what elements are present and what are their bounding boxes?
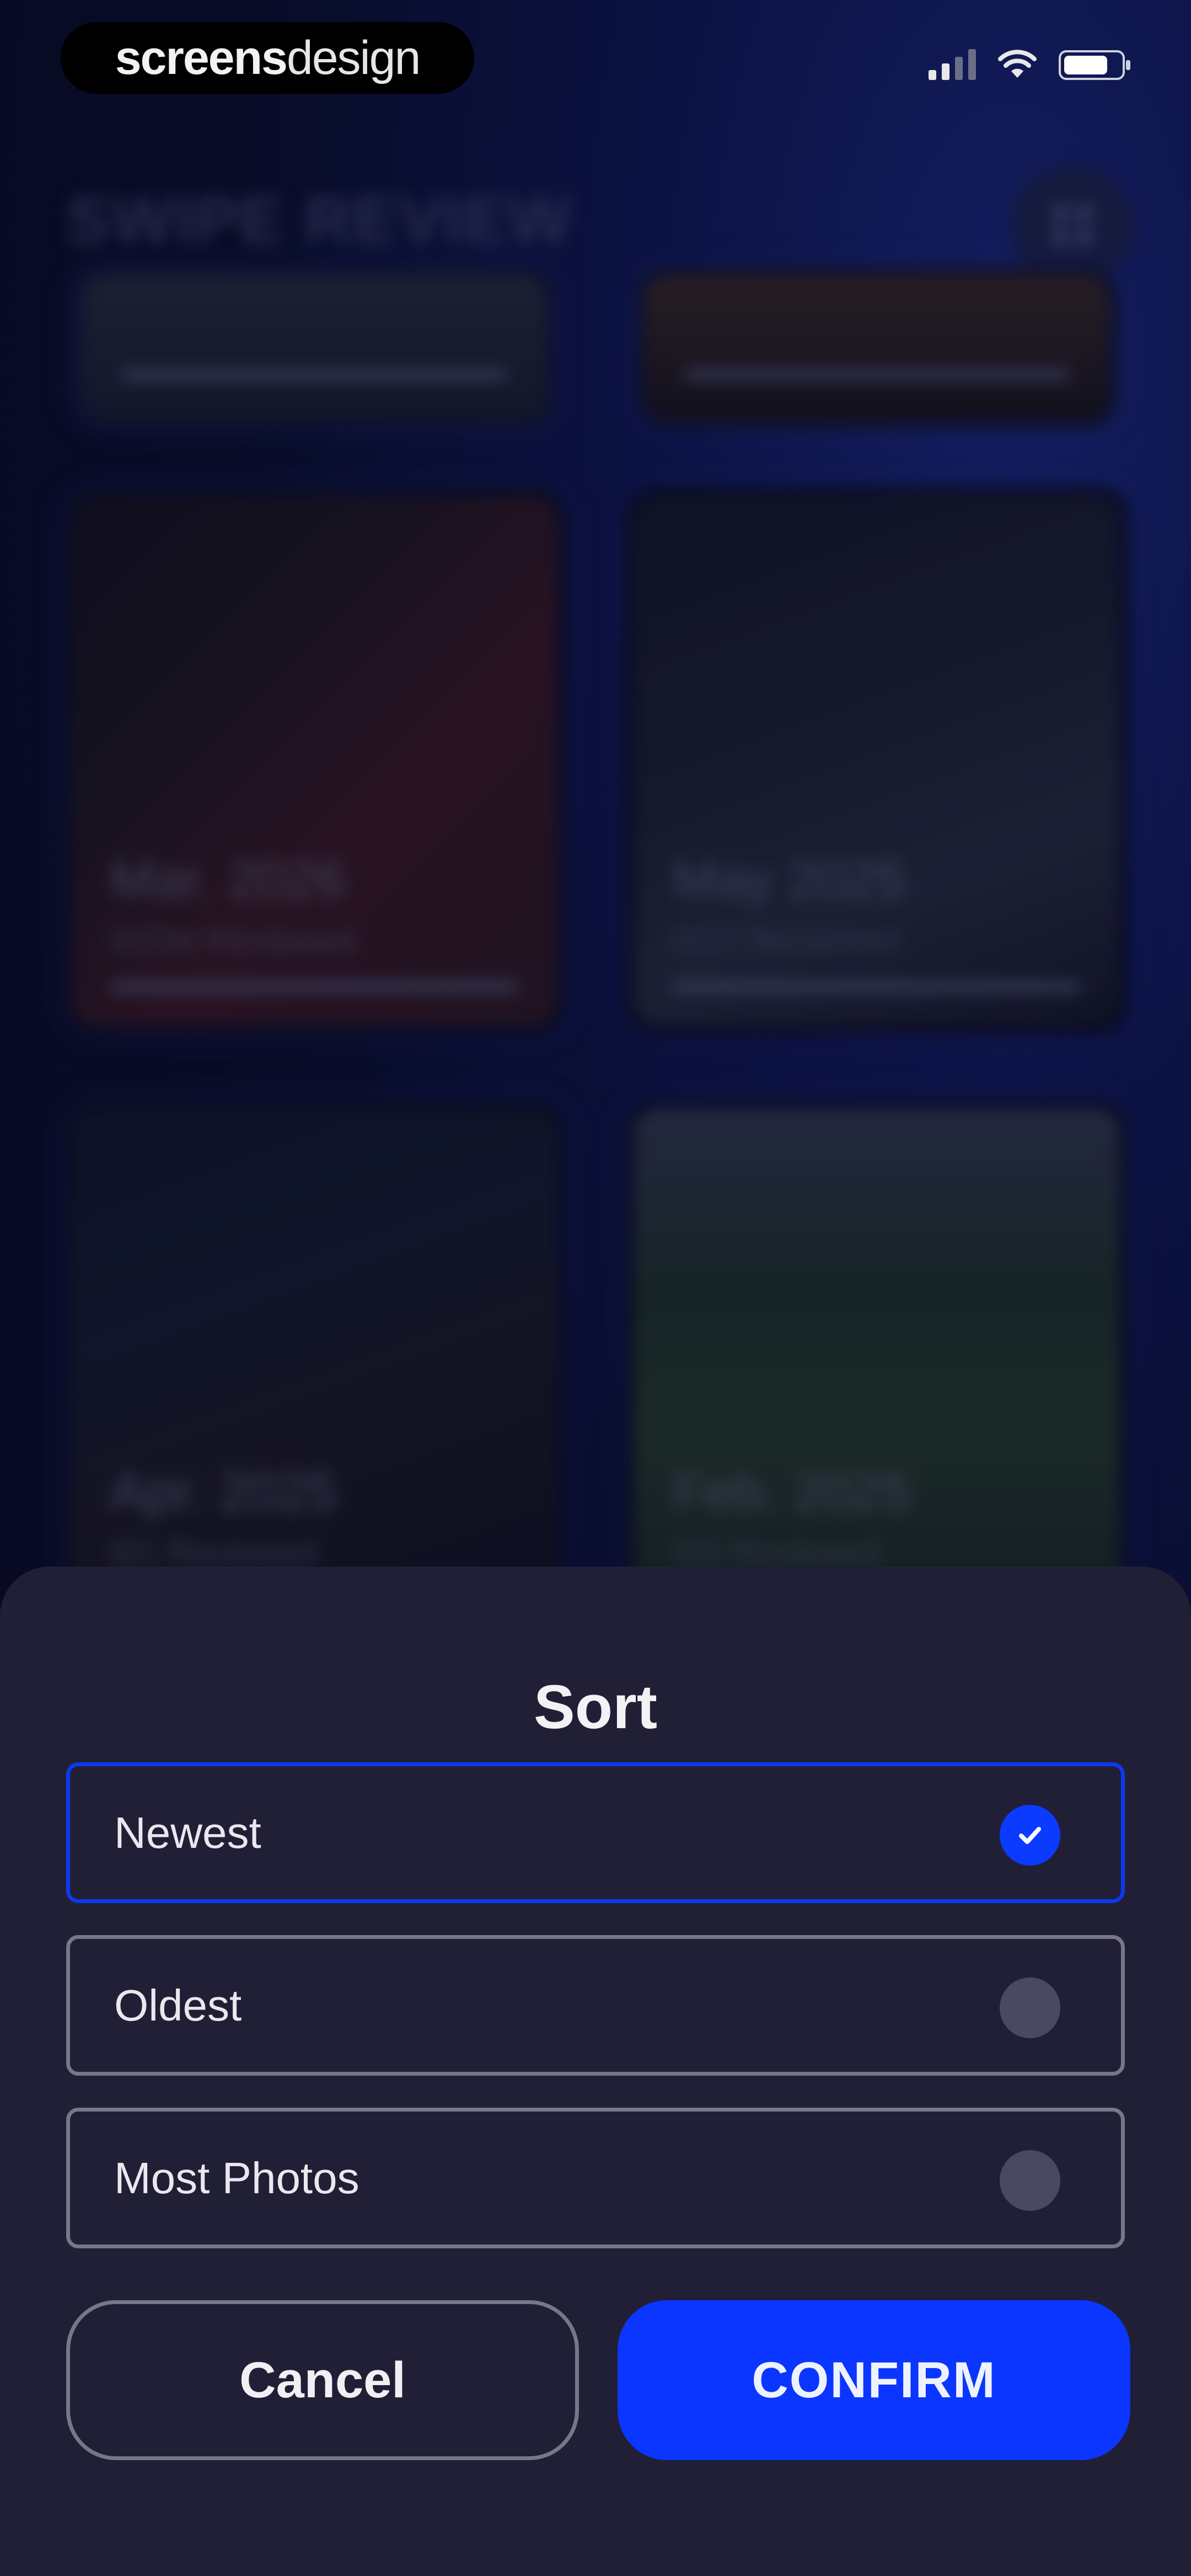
cellular-signal-icon xyxy=(929,47,976,80)
sort-option-label: Most Photos xyxy=(114,2153,360,2203)
status-bar: screens design xyxy=(0,0,1191,127)
battery-icon xyxy=(1059,50,1130,80)
radio-unchecked-icon xyxy=(1000,1978,1060,2038)
wifi-icon xyxy=(998,49,1037,80)
radio-unchecked-icon xyxy=(1000,2150,1060,2211)
sort-option-label: Newest xyxy=(114,1808,261,1857)
checkmark-icon xyxy=(1000,1805,1060,1866)
sort-option-newest[interactable]: Newest xyxy=(66,1762,1125,1903)
brand-logo: screens design xyxy=(61,22,474,94)
cancel-button[interactable]: Cancel xyxy=(66,2300,579,2460)
sort-option-label: Oldest xyxy=(114,1981,242,2030)
sort-sheet: Sort Newest Oldest Most Photos Cancel CO… xyxy=(0,1567,1191,2576)
sort-option-oldest[interactable]: Oldest xyxy=(66,1935,1125,2076)
sort-option-most-photos[interactable]: Most Photos xyxy=(66,2108,1125,2248)
confirm-button[interactable]: CONFIRM xyxy=(618,2300,1130,2460)
sheet-title: Sort xyxy=(534,1672,657,1741)
